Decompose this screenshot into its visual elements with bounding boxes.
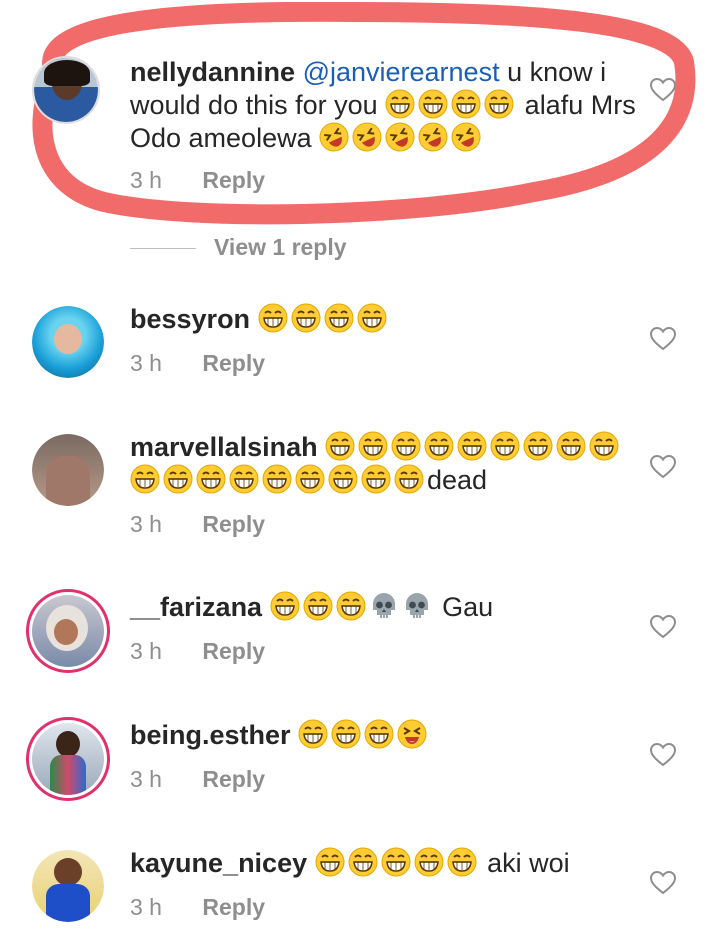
- avatar[interactable]: [32, 56, 100, 124]
- skull-emoji-icon: [371, 592, 396, 619]
- laughing-emoji-icon: [358, 431, 389, 461]
- heart-icon[interactable]: [650, 743, 676, 767]
- heart-icon[interactable]: [650, 327, 676, 351]
- reply-button[interactable]: Reply: [202, 167, 265, 193]
- rofl-emoji-icon: [418, 122, 449, 152]
- laughing-emoji-icon: [364, 719, 395, 749]
- view-replies-label: View 1 reply: [214, 234, 347, 260]
- comment-time: 3 h: [130, 894, 162, 920]
- comment-username[interactable]: nellydannine: [130, 57, 295, 87]
- laughing-emoji-icon: [347, 847, 378, 877]
- comment-meta: 3 h Reply: [130, 638, 265, 665]
- laughing-emoji-icon: [302, 591, 333, 621]
- skull-emoji-icon: [404, 592, 429, 619]
- reply-button[interactable]: Reply: [202, 350, 265, 376]
- laughing-emoji-icon: [361, 464, 391, 494]
- divider: [130, 248, 196, 250]
- laughing-emoji-icon: [356, 303, 387, 333]
- laughing-emoji-icon: [298, 719, 329, 749]
- laughing-emoji-icon: [325, 431, 356, 461]
- squinting-laugh-emoji-icon: [397, 719, 428, 749]
- laughing-emoji-icon: [424, 431, 455, 461]
- laughing-emoji-icon: [295, 464, 325, 494]
- rofl-emoji-icon: [385, 122, 416, 152]
- laughing-emoji-icon: [323, 303, 354, 333]
- mention-link[interactable]: @janvierearnest: [303, 57, 500, 87]
- laughing-emoji-icon: [290, 303, 321, 333]
- comment-time: 3 h: [130, 638, 162, 664]
- comment-text: marvellalsinah dead: [130, 431, 650, 497]
- laughing-emoji-icon: [314, 847, 345, 877]
- laughing-emoji-icon: [451, 89, 482, 119]
- comment-meta: 3 h Reply: [130, 894, 265, 921]
- laughing-emoji-icon: [589, 431, 620, 461]
- comment-meta: 3 h Reply: [130, 167, 265, 194]
- comment-meta: 3 h Reply: [130, 350, 265, 377]
- comment-body: Gau: [442, 592, 494, 622]
- laughing-emoji-icon: [328, 464, 358, 494]
- comment-meta: 3 h Reply: [130, 511, 265, 538]
- comment-body: dead: [427, 465, 488, 495]
- reply-button[interactable]: Reply: [202, 766, 265, 792]
- laughing-emoji-icon: [130, 464, 160, 494]
- laughing-emoji-icon: [163, 464, 193, 494]
- comment-time: 3 h: [130, 350, 162, 376]
- laughing-emoji-icon: [457, 431, 488, 461]
- heart-icon[interactable]: [650, 615, 676, 639]
- comment-text: nellydannine @janvierearnest u know i wo…: [130, 56, 650, 155]
- laughing-emoji-icon: [556, 431, 587, 461]
- avatar[interactable]: [26, 717, 110, 801]
- comment-username[interactable]: kayune_nicey: [130, 848, 307, 878]
- reply-button[interactable]: Reply: [202, 511, 265, 537]
- avatar[interactable]: [26, 589, 110, 673]
- rofl-emoji-icon: [451, 122, 482, 152]
- heart-icon[interactable]: [650, 871, 676, 895]
- laughing-emoji-icon: [385, 89, 416, 119]
- reply-button[interactable]: Reply: [202, 638, 265, 664]
- laughing-emoji-icon: [269, 591, 300, 621]
- laughing-emoji-icon: [229, 464, 259, 494]
- laughing-emoji-icon: [196, 464, 226, 494]
- comment-meta: 3 h Reply: [130, 766, 265, 793]
- laughing-emoji-icon: [257, 303, 288, 333]
- laughing-emoji-icon: [391, 431, 422, 461]
- rofl-emoji-icon: [352, 122, 383, 152]
- laughing-emoji-icon: [331, 719, 362, 749]
- laughing-emoji-icon: [523, 431, 554, 461]
- avatar[interactable]: [32, 850, 104, 922]
- laughing-emoji-icon: [490, 431, 521, 461]
- comment-text: bessyron: [130, 303, 650, 336]
- laughing-emoji-icon: [380, 847, 411, 877]
- avatar[interactable]: [32, 306, 104, 378]
- comment-username[interactable]: being.esther: [130, 720, 291, 750]
- laughing-emoji-icon: [262, 464, 292, 494]
- reply-button[interactable]: Reply: [202, 894, 265, 920]
- comment-body: aki woi: [487, 848, 570, 878]
- heart-icon[interactable]: [650, 455, 676, 479]
- comment-username[interactable]: __farizana: [130, 592, 262, 622]
- view-replies-button[interactable]: View 1 reply: [130, 234, 347, 261]
- rofl-emoji-icon: [319, 122, 350, 152]
- avatar[interactable]: [32, 434, 104, 506]
- comment-time: 3 h: [130, 511, 162, 537]
- comment-username[interactable]: marvellalsinah: [130, 432, 318, 462]
- comment-text: kayune_nicey aki woi: [130, 847, 650, 880]
- comment-username[interactable]: bessyron: [130, 304, 250, 334]
- heart-icon[interactable]: [650, 78, 676, 102]
- laughing-emoji-icon: [446, 847, 477, 877]
- laughing-emoji-icon: [418, 89, 449, 119]
- laughing-emoji-icon: [394, 464, 424, 494]
- laughing-emoji-icon: [484, 89, 515, 119]
- comment-text: __farizana Gau: [130, 591, 650, 624]
- comment-time: 3 h: [130, 766, 162, 792]
- laughing-emoji-icon: [335, 591, 366, 621]
- comment-text: being.esther: [130, 719, 650, 752]
- laughing-emoji-icon: [413, 847, 444, 877]
- comment-time: 3 h: [130, 167, 162, 193]
